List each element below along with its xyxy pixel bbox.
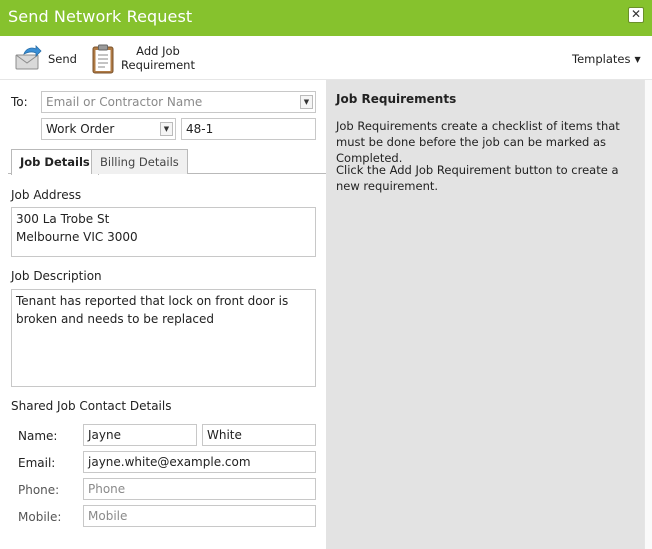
first-name-value: Jayne [88,428,121,442]
name-label: Name: [18,429,58,443]
dialog-title: Send Network Request [8,7,193,26]
chevron-down-icon[interactable]: ▼ [300,95,313,109]
add-job-requirement-label: Add Job Requirement [120,44,196,72]
add-job-requirement-button[interactable]: Add Job Requirement [92,42,202,76]
tab-billing-details[interactable]: Billing Details [91,149,188,174]
recipient-placeholder: Email or Contractor Name [46,95,203,109]
mobile-input[interactable]: Mobile [83,505,316,527]
send-label: Send [48,52,77,66]
add-job-requirement-label-line2: Requirement [121,58,195,72]
add-job-requirement-label-line1: Add Job [136,44,180,58]
job-address-textarea[interactable]: 300 La Trobe St Melbourne VIC 3000 [11,207,316,257]
last-name-value: White [207,428,242,442]
chevron-down-icon[interactable]: ▼ [160,122,173,136]
scrollbar[interactable] [644,80,652,549]
tab-job-details[interactable]: Job Details [11,149,99,175]
shared-contact-heading: Shared Job Contact Details [11,399,172,413]
job-address-label: Job Address [11,188,82,202]
job-number-value: 48-1 [186,122,214,136]
close-icon[interactable]: ✕ [628,7,644,23]
job-number-input[interactable]: 48-1 [181,118,316,140]
first-name-input[interactable]: Jayne [83,424,197,446]
job-requirements-description: Job Requirements create a checklist of i… [336,119,620,165]
job-requirements-panel: Job Requirements Job Requirements create… [326,80,644,549]
email-input[interactable]: jayne.white@example.com [83,451,316,473]
templates-menu-button[interactable]: Templates ▼ [572,52,641,66]
send-network-request-dialog: Send Network Request ✕ Send Add Job Requ… [0,0,652,549]
job-description-label: Job Description [11,269,102,283]
phone-input[interactable]: Phone [83,478,316,500]
phone-label: Phone: [18,483,60,497]
email-value: jayne.white@example.com [88,455,251,469]
phone-placeholder: Phone [88,482,126,496]
last-name-input[interactable]: White [202,424,316,446]
send-envelope-icon [14,44,42,72]
toolbar: Send Add Job Requirement Templates ▼ [0,36,652,80]
recipient-combobox[interactable]: Email or Contractor Name ▼ [41,91,316,113]
mobile-placeholder: Mobile [88,509,128,523]
request-type-select[interactable]: Work Order ▼ [41,118,176,140]
job-requirements-hint: Click the Add Job Requirement button to … [336,163,619,193]
title-bar: Send Network Request ✕ [0,0,652,36]
job-description-textarea[interactable]: Tenant has reported that lock on front d… [11,289,316,387]
to-label: To: [11,95,28,109]
request-type-value: Work Order [46,122,115,136]
mobile-label: Mobile: [18,510,62,524]
templates-label: Templates [572,52,631,66]
job-requirements-title: Job Requirements [336,92,457,106]
clipboard-icon [92,44,114,74]
email-label: Email: [18,456,56,470]
chevron-down-icon: ▼ [634,55,641,64]
send-button[interactable]: Send [14,44,78,72]
